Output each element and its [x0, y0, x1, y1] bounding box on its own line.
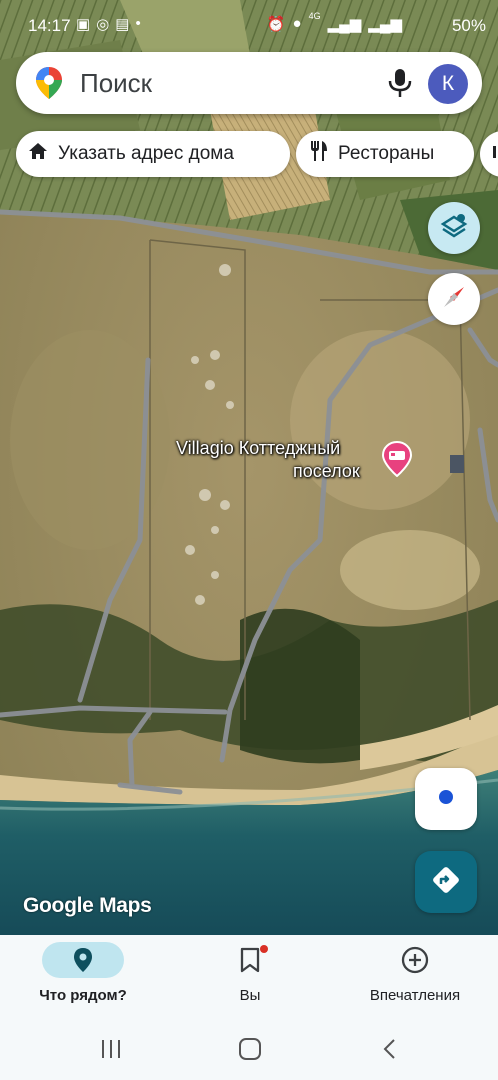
- compass-button[interactable]: [428, 273, 480, 325]
- google-maps-pin-icon: [35, 66, 63, 105]
- gallery-icon: ▣: [76, 16, 91, 33]
- tab-contribute[interactable]: Впечатления: [350, 935, 480, 1018]
- tab-label: Впечатления: [369, 987, 461, 1004]
- home-icon: [28, 141, 48, 167]
- signal2-icon: ▂▄▆: [368, 16, 402, 33]
- layers-button[interactable]: [428, 202, 480, 254]
- status-system-icons: ⏰ ● 4G ▂▄▆ ▂▄▆: [266, 11, 402, 33]
- google-maps-attribution: Google Maps: [23, 894, 152, 917]
- microphone-icon[interactable]: [386, 68, 414, 103]
- home-nav-icon: [239, 1038, 261, 1060]
- account-avatar[interactable]: К: [428, 64, 468, 104]
- dot-icon: •: [135, 15, 141, 32]
- status-time: 14:17: [28, 16, 71, 35]
- messenger-icon: ▤: [115, 16, 130, 33]
- bottom-navigation: Что рядом? Вы Впечатления: [0, 935, 498, 1018]
- battery-percentage: 50%: [451, 16, 486, 35]
- layers-icon: [439, 211, 469, 246]
- add-circle-icon: [374, 942, 456, 978]
- map-view[interactable]: 14:17 ▣ ◎ ▤ • ⏰ ● 4G ▂▄▆ ▂▄▆ 50% Поиск К…: [0, 0, 498, 935]
- back-icon: [383, 1039, 395, 1059]
- recent-apps-icon: [102, 1040, 120, 1058]
- status-bar: 14:17 ▣ ◎ ▤ • ⏰ ● 4G ▂▄▆ ▂▄▆ 50%: [0, 0, 498, 48]
- my-location-icon: [437, 788, 455, 811]
- system-navigation-bar: [0, 1018, 498, 1080]
- back-button[interactable]: [380, 1038, 400, 1065]
- alarm-icon: ⏰: [266, 16, 286, 33]
- tab-explore[interactable]: Что рядом?: [30, 935, 136, 1018]
- status-notification-icons: ▣ ◎ ▤ •: [76, 15, 141, 33]
- location-pin-icon: [42, 942, 124, 978]
- location-icon: ●: [292, 15, 302, 32]
- recent-apps-button[interactable]: [100, 1038, 122, 1065]
- my-location-button[interactable]: [415, 768, 477, 830]
- notification-dot: [260, 945, 268, 953]
- tab-you[interactable]: Вы: [209, 935, 291, 1018]
- place-name-line1: Villagio Коттеджный: [176, 438, 341, 458]
- search-bar[interactable]: Поиск К: [16, 52, 482, 114]
- hotel-icon: [381, 440, 413, 478]
- search-input[interactable]: Поиск: [80, 68, 152, 99]
- chip-set-home-address[interactable]: Указать адрес дома: [16, 131, 290, 177]
- place-name-line2: поселок: [293, 461, 360, 481]
- chip-restaurants[interactable]: Рестораны: [296, 131, 474, 177]
- directions-icon: [431, 865, 461, 900]
- hotel-icon: [492, 141, 498, 167]
- tab-label: Что рядом?: [39, 987, 127, 1004]
- signal-icon: ▂▄▆: [327, 16, 362, 33]
- tab-label: Вы: [239, 987, 261, 1004]
- restaurant-icon: [308, 140, 328, 168]
- network-icon: 4G: [308, 11, 321, 21]
- home-button[interactable]: [238, 1038, 262, 1065]
- place-marker[interactable]: [381, 440, 413, 482]
- place-label[interactable]: Villagio Коттеджный поселок: [176, 437, 386, 483]
- chip-label: Указать адрес дома: [58, 143, 234, 164]
- whatsapp-icon: ◎: [96, 16, 110, 33]
- compass-icon: [438, 281, 470, 318]
- directions-button[interactable]: [415, 851, 477, 913]
- chip-label: Рестораны: [338, 143, 435, 164]
- bookmark-icon: [209, 942, 291, 978]
